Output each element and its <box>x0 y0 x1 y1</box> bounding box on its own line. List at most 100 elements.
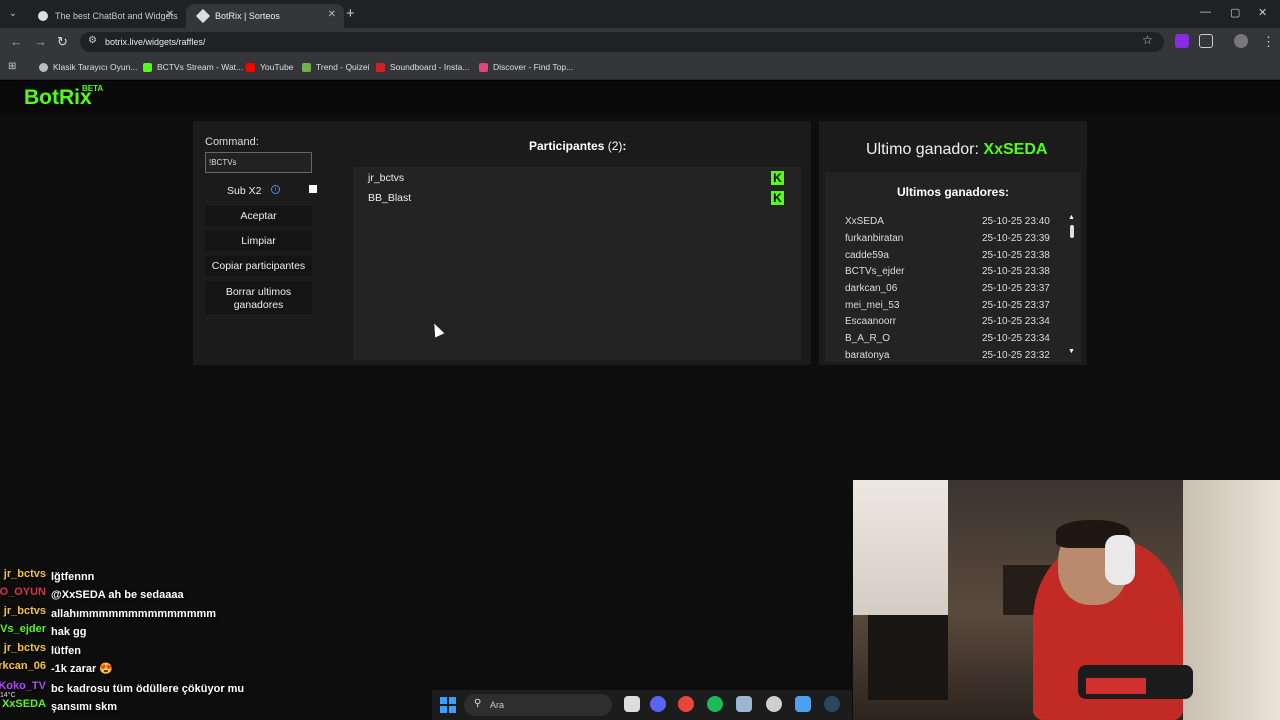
delete-winners-button[interactable]: Borrar ultimos ganadores <box>205 281 312 314</box>
accept-button[interactable]: Aceptar <box>205 206 312 226</box>
back-icon[interactable]: ← <box>10 34 23 49</box>
tab-strip: ⌄ The best ChatBot and Widgets ✕ BotRix … <box>0 0 1280 28</box>
bookmark-label: BCTVs Stream - Wat... <box>157 62 244 72</box>
bookmark-item[interactable]: Discover - Find Top... <box>479 62 573 72</box>
minimize-icon[interactable]: — <box>1200 6 1211 18</box>
chat-message: jr_bctvs lütfen <box>0 642 81 657</box>
winner-name: darkcan_06 <box>845 283 898 294</box>
kick-icon: K <box>771 171 784 185</box>
participants-list: jr_bctvs K BB_Blast K <box>353 167 801 360</box>
winner-date: 25-10-25 23:38 <box>982 266 1050 277</box>
youtube-icon <box>246 62 255 72</box>
copy-participants-button[interactable]: Copiar participantes <box>205 256 312 276</box>
extensions-puzzle-icon[interactable] <box>1199 34 1213 48</box>
chat-message: Vs_ejder hak gg <box>0 623 86 638</box>
menu-kebab-icon[interactable]: ⋮ <box>1262 34 1275 50</box>
discord-icon[interactable] <box>650 696 666 712</box>
chat-username: jr_bctvs <box>3 605 46 617</box>
toolbar: ← → ↻ ⚙ botrix.live/widgets/raffles/ <box>0 28 1280 56</box>
app-icon[interactable] <box>736 696 752 712</box>
taskbar: ⚲ Ara <box>432 690 852 720</box>
sub-x2-checkbox[interactable] <box>309 185 317 193</box>
chat-text: lğtfennn <box>51 571 95 583</box>
profile-avatar[interactable] <box>1234 34 1248 48</box>
maximize-icon[interactable]: ▢ <box>1230 6 1240 19</box>
winner-name: furkanbiratan <box>845 233 904 244</box>
tab-title: BotRix | Sorteos <box>215 11 280 21</box>
winner-date: 25-10-25 23:40 <box>982 216 1050 227</box>
cam-window <box>853 480 948 615</box>
winner-name: mei_mei_53 <box>845 300 900 311</box>
participant-name: jr_bctvs <box>368 172 405 184</box>
chat-message: jr_bctvs lğtfennn <box>0 568 95 583</box>
cam-tv <box>868 615 948 700</box>
bookmark-icon <box>479 62 488 72</box>
chat-username: O_OYUN <box>0 586 46 598</box>
task-view-icon[interactable] <box>624 696 640 712</box>
scroll-thumb[interactable] <box>1070 225 1074 238</box>
chat-username: XxSEDA <box>1 698 46 710</box>
new-tab-button[interactable]: + <box>346 5 355 22</box>
chat-username: rkcan_06 <box>0 660 46 672</box>
bookmark-label: Trend - Quizei <box>316 62 370 72</box>
winner-name: XxSEDA <box>845 216 884 227</box>
chat-text: hak gg <box>51 626 87 638</box>
bookmark-item[interactable]: Klasik Tarayıcı Oyun... <box>39 62 137 72</box>
sub-x2-label: Sub X2 <box>227 185 262 197</box>
participants-title-text: Participantes <box>529 139 605 153</box>
chat-message: XxSEDA şansımı skm <box>0 698 117 713</box>
site-icon <box>195 8 211 24</box>
clear-button[interactable]: Limpiar <box>205 231 312 251</box>
taskbar-search[interactable]: ⚲ Ara <box>464 694 612 716</box>
microphone-light <box>1086 678 1146 694</box>
spotify-icon[interactable] <box>707 696 723 712</box>
participants-count: (2) <box>607 139 623 153</box>
bookmark-item[interactable]: Trend - Quizei <box>302 62 370 72</box>
close-window-icon[interactable]: ✕ <box>1258 6 1267 19</box>
raffle-panel: Command: Sub X2 i Aceptar Limpiar Copiar… <box>193 121 811 365</box>
site-info-icon[interactable]: ⚙ <box>88 35 97 46</box>
obs-icon[interactable] <box>766 696 782 712</box>
command-input[interactable] <box>205 152 312 173</box>
close-tab-icon[interactable]: ✕ <box>328 9 336 20</box>
bookmark-item[interactable]: Soundboard - Insta... <box>376 62 469 72</box>
close-tab-icon[interactable]: ✕ <box>166 9 174 20</box>
winner-name: B_A_R_O <box>845 333 891 344</box>
participant-name: BB_Blast <box>368 192 412 204</box>
chat-username: jr_bctvs <box>3 568 46 580</box>
chrome-icon[interactable] <box>678 696 694 712</box>
windows-start-icon[interactable] <box>440 697 456 713</box>
chat-text: -1k zarar 😍 <box>51 663 114 675</box>
winners-list[interactable]: Ultimos ganadores: XxSEDA 25-10-25 23:40… <box>825 172 1081 362</box>
chat-username: jr_bctvs <box>3 642 46 654</box>
chat-text: şansımı skm <box>51 701 118 713</box>
tab-search-icon[interactable]: ⌄ <box>4 6 22 22</box>
apps-grid-icon[interactable]: ⊞ <box>8 61 16 72</box>
url-text[interactable]: botrix.live/widgets/raffles/ <box>105 37 205 47</box>
forward-icon[interactable]: → <box>34 34 47 49</box>
scroll-down-icon[interactable]: ▼ <box>1068 348 1075 355</box>
bookmark-label: Discover - Find Top... <box>493 62 574 72</box>
reload-icon[interactable]: ↻ <box>57 34 68 50</box>
steam-icon[interactable] <box>824 696 840 712</box>
winner-date: 25-10-25 23:38 <box>982 250 1050 261</box>
address-bar[interactable]: ⚙ botrix.live/widgets/raffles/ <box>80 32 1164 52</box>
bookmark-item[interactable]: YouTube <box>246 62 293 72</box>
extension-icon[interactable] <box>1175 34 1189 48</box>
winners-scrollbar[interactable]: ▲ ▼ <box>1068 214 1076 358</box>
last-winner-label: Ultimo ganador: <box>866 141 979 158</box>
tab-raffles[interactable]: BotRix | Sorteos ✕ <box>186 4 344 28</box>
bookmark-star-icon[interactable]: ☆ <box>1142 33 1153 47</box>
scroll-up-icon[interactable]: ▲ <box>1068 214 1075 221</box>
info-icon[interactable]: i <box>271 185 280 194</box>
notepad-icon[interactable] <box>795 696 811 712</box>
site-header: BotRix BETA <box>0 81 1280 114</box>
tab-chatbot[interactable]: The best ChatBot and Widgets ✕ <box>26 4 182 28</box>
search-icon: ⚲ <box>474 698 482 709</box>
winners-panel: Ultimo ganador: XxSEDA Ultimos ganadores… <box>819 121 1087 365</box>
chat-text: allahımmmmmmmmmmmmmm <box>51 608 217 620</box>
winner-name: cadde59a <box>845 250 889 261</box>
winner-date: 25-10-25 23:37 <box>982 283 1050 294</box>
weather-widget[interactable]: 14°C <box>0 692 16 699</box>
bookmark-item[interactable]: BCTVs Stream - Wat... <box>143 62 243 72</box>
